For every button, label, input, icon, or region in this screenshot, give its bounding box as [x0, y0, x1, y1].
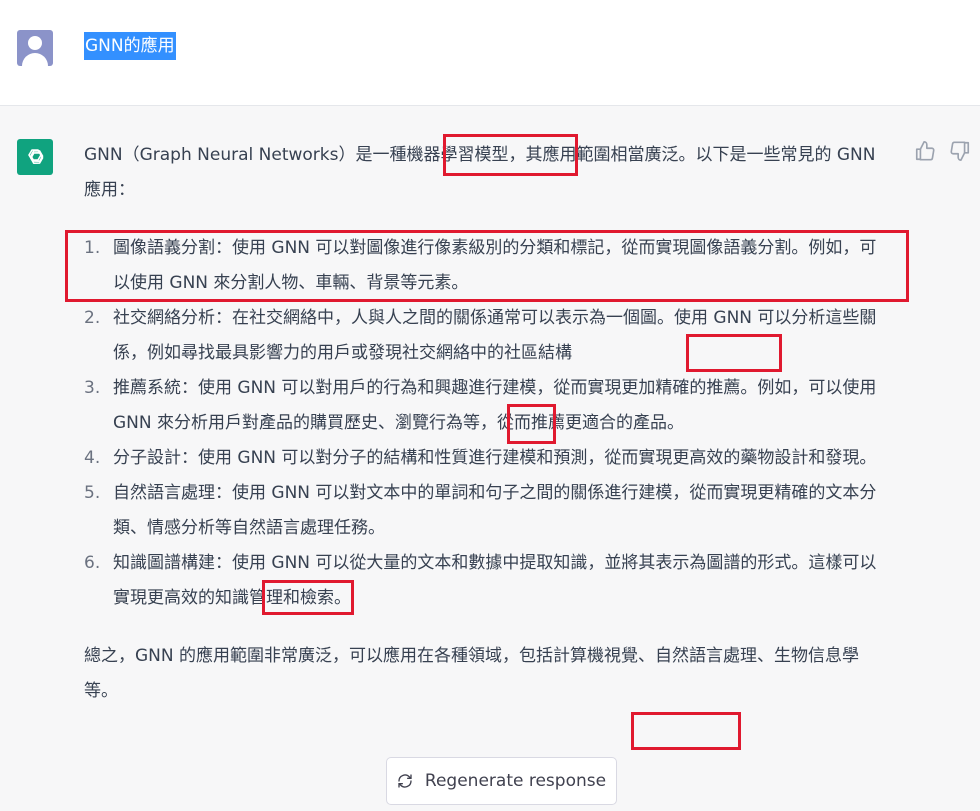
- user-avatar-icon: [17, 30, 53, 66]
- list-item: 2. 社交網絡分析：在社交網絡中，人與人之間的關係通常可以表示為一個圖。使用 GN…: [84, 301, 890, 371]
- list-number: 2.: [84, 308, 101, 328]
- list-number: 3.: [84, 378, 101, 398]
- openai-logo-icon: [17, 139, 53, 175]
- list-number: 6.: [84, 553, 101, 573]
- list-number: 1.: [84, 238, 101, 258]
- list-item: 3. 推薦系統：使用 GNN 可以對用戶的行為和興趣進行建模，從而實現更加精確的推…: [84, 371, 890, 441]
- application-list: 1. 圖像語義分割：使用 GNN 可以對圖像進行像素級別的分類和標記，從而實現圖像…: [84, 231, 890, 616]
- list-item-text: 社交網絡分析：在社交網絡中，人與人之間的關係通常可以表示為一個圖。使用 GNN …: [113, 308, 877, 363]
- user-message-text[interactable]: GNN的應用: [84, 32, 176, 60]
- thumbs-down-icon[interactable]: [949, 140, 971, 162]
- list-item-text: 推薦系統：使用 GNN 可以對用戶的行為和興趣進行建模，從而實現更加精確的推薦。…: [113, 378, 877, 433]
- list-item-text: 自然語言處理：使用 GNN 可以對文本中的單詞和句子之間的關係進行建模，從而實現…: [113, 483, 877, 538]
- assistant-answer: GNN（Graph Neural Networks）是一種機器學習模型，其應用範…: [84, 138, 890, 709]
- thumbs-up-icon[interactable]: [914, 140, 936, 162]
- list-item-text: 分子設計：使用 GNN 可以對分子的結構和性質進行建模和預測，從而實現更高效的藥…: [113, 448, 877, 468]
- list-item: 1. 圖像語義分割：使用 GNN 可以對圖像進行像素級別的分類和標記，從而實現圖像…: [84, 231, 890, 301]
- list-item: 4. 分子設計：使用 GNN 可以對分子的結構和性質進行建模和預測，從而實現更高效…: [84, 441, 890, 476]
- list-item: 5. 自然語言處理：使用 GNN 可以對文本中的單詞和句子之間的關係進行建模，從而…: [84, 476, 890, 546]
- list-item-text: 知識圖譜構建：使用 GNN 可以從大量的文本和數據中提取知識，並將其表示為圖譜的…: [113, 553, 877, 608]
- chat-page: GNN的應用 GNN（Graph Neural Networks）是一種機器學習…: [0, 0, 980, 811]
- list-number: 4.: [84, 448, 101, 468]
- answer-summary: 總之，GNN 的應用範圍非常廣泛，可以應用在各種領域，包括計算機視覺、自然語言處…: [84, 646, 860, 701]
- regenerate-button[interactable]: Regenerate response: [386, 757, 617, 805]
- list-number: 5.: [84, 483, 101, 503]
- list-item-text: 圖像語義分割：使用 GNN 可以對圖像進行像素級別的分類和標記，從而實現圖像語義…: [113, 238, 877, 293]
- user-message-row: GNN的應用: [0, 0, 980, 106]
- assistant-message-row: GNN（Graph Neural Networks）是一種機器學習模型，其應用範…: [0, 106, 980, 811]
- refresh-icon: [398, 774, 412, 788]
- regenerate-label: Regenerate response: [424, 771, 607, 791]
- list-item: 6. 知識圖譜構建：使用 GNN 可以從大量的文本和數據中提取知識，並將其表示為圖…: [84, 546, 890, 616]
- answer-intro: GNN（Graph Neural Networks）是一種機器學習模型，其應用範…: [84, 145, 876, 200]
